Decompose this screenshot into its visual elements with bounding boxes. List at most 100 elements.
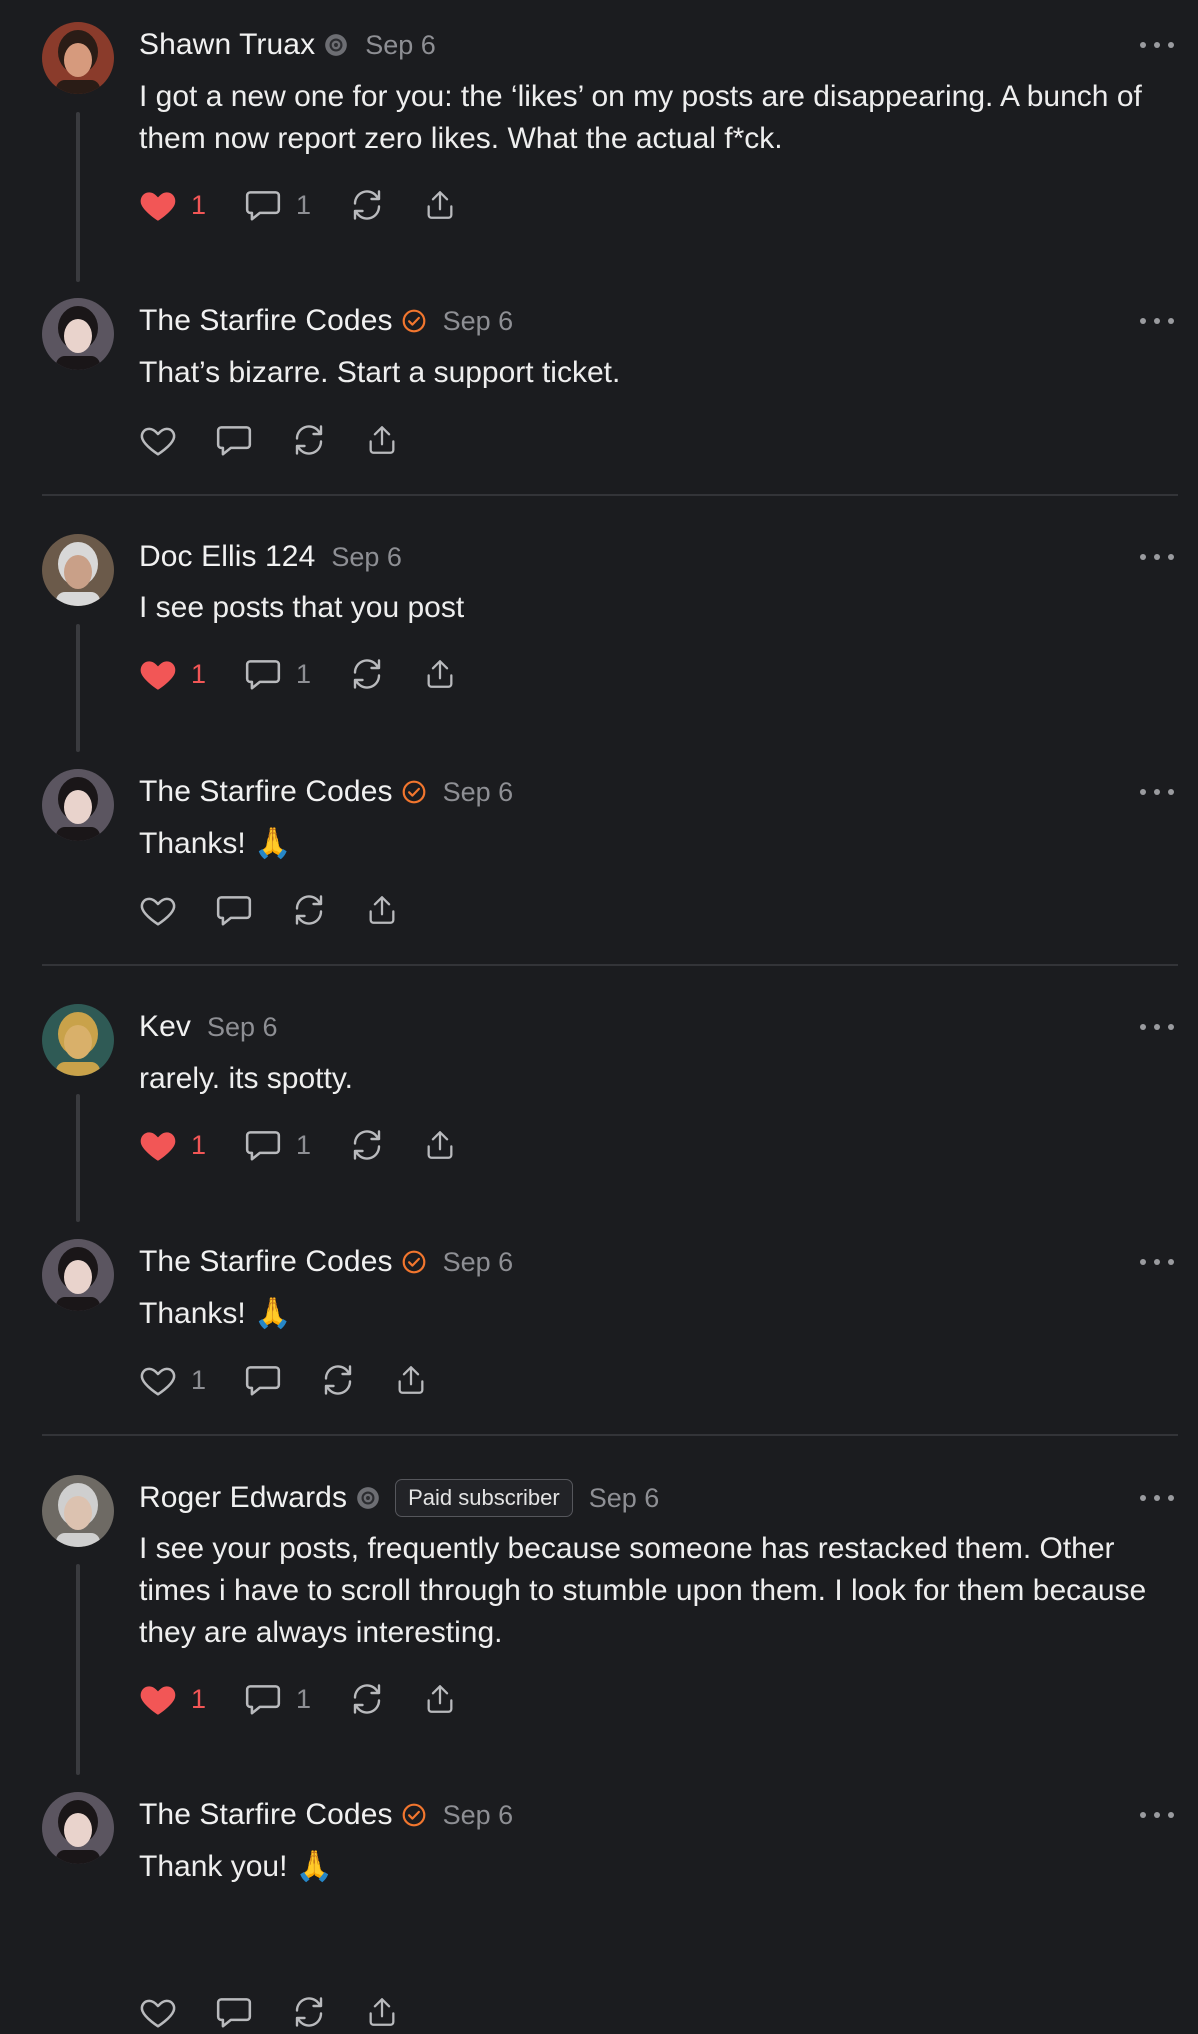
thread-connector-line — [76, 112, 80, 282]
comment-header: Roger Edwards Paid subscriber Sep 6 — [139, 1478, 659, 1518]
share-icon — [423, 656, 457, 692]
restack-button[interactable] — [349, 656, 385, 692]
like-button[interactable]: 1 — [139, 187, 206, 223]
reply-count: 1 — [296, 658, 312, 689]
restack-icon — [349, 1127, 385, 1163]
share-button[interactable] — [423, 187, 457, 223]
comment-date[interactable]: Sep 6 — [443, 306, 514, 337]
reply-button[interactable] — [244, 1362, 282, 1398]
like-button[interactable]: 1 — [139, 1681, 206, 1717]
comment-actions — [139, 418, 437, 462]
more-options-icon[interactable] — [1140, 1805, 1174, 1825]
avatar[interactable] — [42, 22, 114, 94]
gear-badge-icon — [355, 1485, 381, 1511]
share-button[interactable] — [365, 1994, 399, 2030]
restack-button[interactable] — [291, 422, 327, 458]
comment-text: I see your posts, frequently because som… — [139, 1532, 1147, 1649]
avatar[interactable] — [42, 1792, 114, 1864]
avatar[interactable] — [42, 1004, 114, 1076]
share-button[interactable] — [394, 1362, 428, 1398]
like-button[interactable]: 1 — [139, 1362, 206, 1398]
more-options-icon[interactable] — [1140, 1488, 1174, 1508]
comment-actions: 1 — [139, 1358, 466, 1402]
heart-icon — [139, 422, 177, 458]
author-name[interactable]: The Starfire Codes — [139, 775, 393, 809]
author-name[interactable]: Shawn Truax — [139, 28, 315, 62]
restack-button[interactable] — [291, 1994, 327, 2030]
author-name[interactable]: Doc Ellis 124 — [139, 540, 315, 574]
avatar[interactable] — [42, 534, 114, 606]
reply-button[interactable] — [215, 1994, 253, 2030]
comment-header: The Starfire Codes Sep 6 — [139, 772, 513, 812]
like-button[interactable]: 1 — [139, 656, 206, 692]
author-name[interactable]: The Starfire Codes — [139, 1245, 393, 1279]
reply-button[interactable]: 1 — [244, 656, 311, 692]
avatar[interactable] — [42, 1475, 114, 1547]
comment-date[interactable]: Sep 6 — [443, 777, 514, 808]
like-count: 1 — [191, 189, 207, 220]
restack-button[interactable] — [349, 1127, 385, 1163]
share-icon — [365, 892, 399, 928]
reply-button[interactable] — [215, 892, 253, 928]
like-button[interactable] — [139, 422, 177, 458]
comment-actions: 11 — [139, 1677, 495, 1721]
more-options-icon[interactable] — [1140, 547, 1174, 567]
comment-text: That’s bizarre. Start a support ticket. — [139, 356, 621, 389]
share-icon — [423, 1127, 457, 1163]
author-name[interactable]: The Starfire Codes — [139, 1798, 393, 1832]
share-button[interactable] — [365, 892, 399, 928]
more-options-icon[interactable] — [1140, 311, 1174, 331]
author-name[interactable]: Roger Edwards — [139, 1481, 347, 1515]
more-options-icon[interactable] — [1140, 1252, 1174, 1272]
avatar[interactable] — [42, 298, 114, 370]
comment-date[interactable]: Sep 6 — [365, 30, 436, 61]
verified-check-icon — [401, 1249, 427, 1275]
comment-header: The Starfire Codes Sep 6 — [139, 301, 513, 341]
avatar[interactable] — [42, 769, 114, 841]
verified-check-icon — [401, 1802, 427, 1828]
heart-filled-icon — [139, 1127, 177, 1163]
author-name[interactable]: The Starfire Codes — [139, 304, 393, 338]
comment-header: Doc Ellis 124 Sep 6 — [139, 537, 402, 577]
restack-button[interactable] — [320, 1362, 356, 1398]
share-icon — [365, 1994, 399, 2030]
restack-icon — [320, 1362, 356, 1398]
comment-header: The Starfire Codes Sep 6 — [139, 1242, 513, 1282]
comment-header: Kev Sep 6 — [139, 1007, 278, 1047]
author-name[interactable]: Kev — [139, 1010, 191, 1044]
share-button[interactable] — [423, 1681, 457, 1717]
verified-check-icon — [401, 779, 427, 805]
share-button[interactable] — [365, 422, 399, 458]
reply-button[interactable]: 1 — [244, 187, 311, 223]
comment-date[interactable]: Sep 6 — [443, 1800, 514, 1831]
restack-icon — [291, 422, 327, 458]
heart-icon — [139, 1994, 177, 2030]
heart-icon — [139, 1362, 177, 1398]
more-options-icon[interactable] — [1140, 1017, 1174, 1037]
paid-subscriber-badge: Paid subscriber — [395, 1479, 573, 1517]
like-button[interactable] — [139, 1994, 177, 2030]
comment-date[interactable]: Sep 6 — [443, 1247, 514, 1278]
like-button[interactable]: 1 — [139, 1127, 206, 1163]
comment-actions: 11 — [139, 183, 495, 227]
verified-check-icon — [401, 308, 427, 334]
restack-button[interactable] — [291, 892, 327, 928]
share-button[interactable] — [423, 656, 457, 692]
restack-button[interactable] — [349, 1681, 385, 1717]
more-options-icon[interactable] — [1140, 782, 1174, 802]
reply-button[interactable]: 1 — [244, 1681, 311, 1717]
more-options-icon[interactable] — [1140, 35, 1174, 55]
avatar[interactable] — [42, 1239, 114, 1311]
like-button[interactable] — [139, 892, 177, 928]
comment-date[interactable]: Sep 6 — [207, 1012, 278, 1043]
reply-button[interactable] — [215, 422, 253, 458]
share-icon — [365, 422, 399, 458]
reply-button[interactable]: 1 — [244, 1127, 311, 1163]
share-button[interactable] — [423, 1127, 457, 1163]
comment-date[interactable]: Sep 6 — [331, 542, 402, 573]
comment-date[interactable]: Sep 6 — [589, 1483, 660, 1514]
thread-connector-line — [76, 624, 80, 752]
thread-connector-line — [76, 1564, 80, 1775]
comment-icon — [244, 656, 282, 692]
restack-button[interactable] — [349, 187, 385, 223]
